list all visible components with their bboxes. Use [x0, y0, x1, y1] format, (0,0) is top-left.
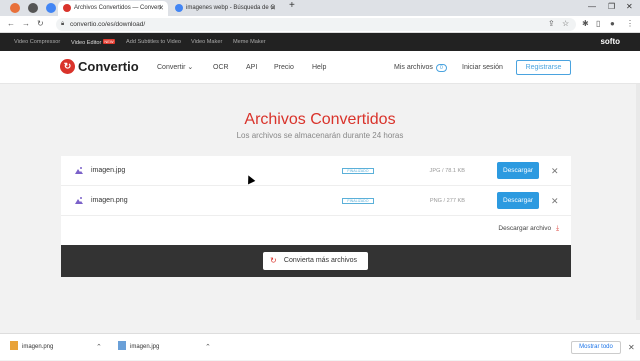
- chevron-up-icon[interactable]: ⌃: [205, 334, 211, 361]
- convertio-logo-icon: ↻: [60, 59, 75, 74]
- convert-more-bar: ↻ Convierta más archivos: [61, 245, 571, 277]
- download-item-label: imagen.jpg: [130, 344, 160, 350]
- share-icon[interactable]: ⇪: [548, 19, 555, 28]
- new-tab-icon[interactable]: +: [289, 0, 295, 11]
- chevron-down-icon: ⌄: [187, 64, 194, 71]
- sidebar-icon[interactable]: ▯: [596, 19, 600, 28]
- link-video-editor[interactable]: Video Editor NEW: [71, 33, 115, 52]
- lock-icon: 🔒︎: [61, 21, 65, 27]
- convert-more-button[interactable]: ↻ Convierta más archivos: [263, 252, 368, 270]
- close-tab-icon[interactable]: ✕: [158, 1, 164, 16]
- close-icon[interactable]: ✕: [551, 156, 559, 186]
- register-button[interactable]: Registrarse: [516, 60, 571, 75]
- downloads-bar: imagen.png ⌃ imagen.jpg ⌃ Mostrar todo ✕: [0, 333, 640, 360]
- softo-top-bar: Video Compressor Video Editor NEW Add Sub…: [0, 33, 640, 51]
- softo-logo[interactable]: softo: [600, 33, 620, 51]
- logo-text: Convertio: [78, 59, 139, 74]
- download-icon: ⤓: [556, 225, 559, 232]
- close-window-icon[interactable]: ✕: [626, 2, 633, 11]
- close-tab-icon[interactable]: ✕: [270, 1, 276, 16]
- my-files-link[interactable]: Mis archivos 0: [394, 51, 447, 84]
- new-badge: NEW: [103, 39, 115, 44]
- download-archive-link[interactable]: Descargar archivo ⤓: [498, 225, 559, 233]
- page-subtitle: Los archivos se almacenarán durante 24 h…: [236, 131, 404, 140]
- login-link[interactable]: Iniciar sesión: [462, 51, 503, 84]
- status-badge: FINALIZADO: [342, 168, 374, 174]
- profile-icon[interactable]: ●: [610, 19, 615, 28]
- menu-icon[interactable]: ⋮: [626, 19, 634, 28]
- forward-icon[interactable]: →: [22, 19, 30, 28]
- download-item-jpg[interactable]: imagen.jpg: [118, 334, 159, 361]
- site-header: ↻ Convertio Convertir ⌄ OCR API Precio H…: [0, 51, 640, 84]
- url-input[interactable]: 🔒︎ convertio.co/es/download/: [56, 18, 576, 31]
- pinned-tab-icon[interactable]: [10, 3, 20, 13]
- link-add-subtitles[interactable]: Add Subtitles to Video: [126, 33, 181, 51]
- page-scrollbar[interactable]: [636, 84, 640, 320]
- reload-icon[interactable]: ↻: [37, 19, 44, 28]
- my-files-label: Mis archivos: [394, 64, 433, 71]
- tab-label: imagenes webp - Búsqueda de G: [186, 5, 276, 11]
- nav-help[interactable]: Help: [312, 51, 326, 84]
- link-meme-maker[interactable]: Meme Maker: [233, 33, 266, 51]
- image-file-icon: [10, 341, 18, 350]
- nav-label: Convertir: [157, 64, 186, 71]
- link-label: Video Editor: [71, 40, 102, 46]
- link-video-compressor[interactable]: Video Compressor: [14, 33, 60, 51]
- converted-files-card: imagen.jpg FINALIZADO JPG / 78.1 KB Desc…: [61, 156, 571, 277]
- refresh-icon: ↻: [270, 256, 277, 265]
- nav-api[interactable]: API: [246, 51, 257, 84]
- download-button[interactable]: Descargar: [497, 192, 539, 209]
- nav-convertir[interactable]: Convertir ⌄: [157, 51, 193, 84]
- file-name: imagen.png: [91, 197, 128, 204]
- download-button[interactable]: Descargar: [497, 162, 539, 179]
- image-file-icon: [118, 341, 126, 350]
- google-favicon-icon: [175, 4, 183, 12]
- tab-archivos-convertidos[interactable]: Archivos Convertidos — Convert ✕: [58, 1, 168, 16]
- file-size: JPG / 78.1 KB: [429, 168, 465, 174]
- file-row: imagen.jpg FINALIZADO JPG / 78.1 KB Desc…: [61, 156, 571, 186]
- file-name: imagen.jpg: [91, 167, 126, 174]
- extensions-icon[interactable]: ✱: [582, 19, 589, 28]
- bookmark-star-icon[interactable]: ☆: [562, 19, 569, 28]
- tab-label: Archivos Convertidos — Convert: [74, 5, 162, 11]
- browser-tab-bar: Archivos Convertidos — Convert ✕ imagene…: [0, 0, 640, 16]
- url-text: convertio.co/es/download/: [70, 21, 146, 28]
- file-size: PNG / 277 KB: [429, 198, 465, 204]
- file-count-badge: 0: [435, 64, 447, 72]
- close-icon[interactable]: ✕: [628, 334, 635, 361]
- pinned-tab-icon[interactable]: [28, 3, 38, 13]
- link-video-maker[interactable]: Video Maker: [191, 33, 222, 51]
- convert-more-label: Convierta más archivos: [283, 257, 358, 264]
- back-icon[interactable]: ←: [7, 19, 15, 28]
- status-badge: FINALIZADO: [342, 198, 374, 204]
- address-bar-row: ← → ↻ 🔒︎ convertio.co/es/download/ ⇪ ☆ ✱…: [0, 16, 640, 33]
- nav-ocr[interactable]: OCR: [213, 51, 229, 84]
- tab-google-search[interactable]: imagenes webp - Búsqueda de G ✕: [170, 1, 280, 16]
- close-icon[interactable]: ✕: [551, 186, 559, 216]
- pinned-tab-icon[interactable]: [46, 3, 56, 13]
- image-file-icon: [75, 167, 83, 174]
- page-title: Archivos Convertidos: [244, 111, 396, 128]
- maximize-icon[interactable]: ❐: [608, 2, 615, 11]
- show-all-button[interactable]: Mostrar todo: [571, 341, 621, 354]
- convertio-favicon-icon: [63, 4, 71, 12]
- chevron-up-icon[interactable]: ⌃: [96, 334, 102, 361]
- file-row: imagen.png FINALIZADO PNG / 277 KB Desca…: [61, 186, 571, 216]
- download-item-png[interactable]: imagen.png: [10, 334, 53, 361]
- image-file-icon: [75, 197, 83, 204]
- download-item-label: imagen.png: [22, 344, 54, 350]
- minimize-icon[interactable]: —: [588, 2, 596, 11]
- nav-precio[interactable]: Precio: [274, 51, 294, 84]
- download-archive-label: Descargar archivo: [498, 225, 552, 232]
